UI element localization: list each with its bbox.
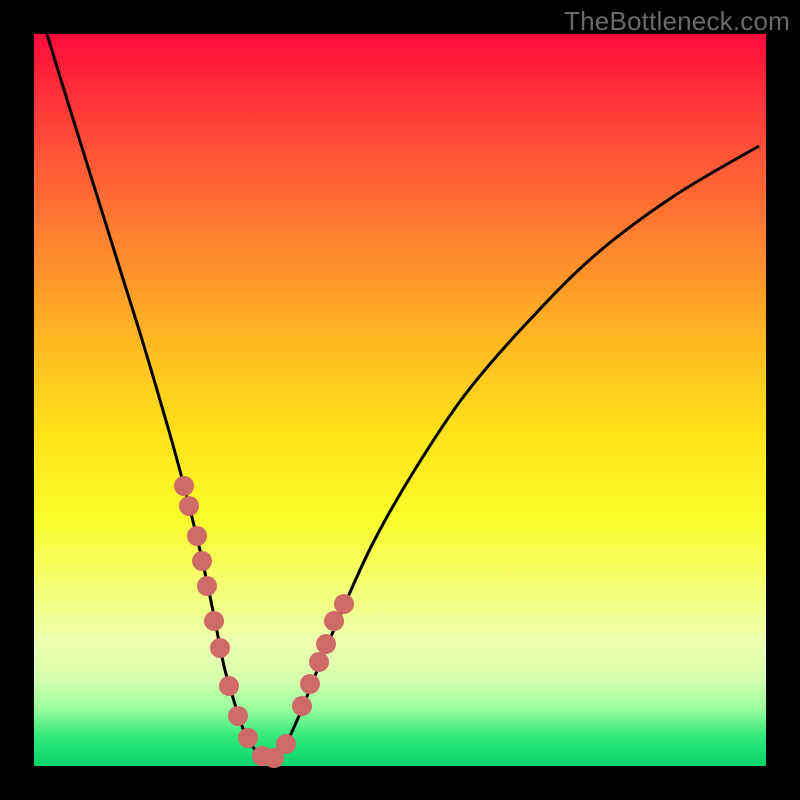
data-dot	[187, 526, 207, 546]
data-dot	[300, 674, 320, 694]
data-dot	[292, 696, 312, 716]
data-dot	[197, 576, 217, 596]
data-dot	[204, 611, 224, 631]
data-dot	[334, 594, 354, 614]
data-dot	[210, 638, 230, 658]
chart-svg	[34, 34, 766, 766]
data-dot	[174, 476, 194, 496]
data-dots	[174, 476, 354, 768]
data-dot	[228, 706, 248, 726]
bottleneck-curve	[47, 34, 759, 761]
data-dot	[219, 676, 239, 696]
watermark-text: TheBottleneck.com	[564, 6, 790, 37]
data-dot	[179, 496, 199, 516]
data-dot	[276, 734, 296, 754]
data-dot	[192, 551, 212, 571]
data-dot	[316, 634, 336, 654]
data-dot	[324, 611, 344, 631]
data-dot	[309, 652, 329, 672]
data-dot	[238, 728, 258, 748]
